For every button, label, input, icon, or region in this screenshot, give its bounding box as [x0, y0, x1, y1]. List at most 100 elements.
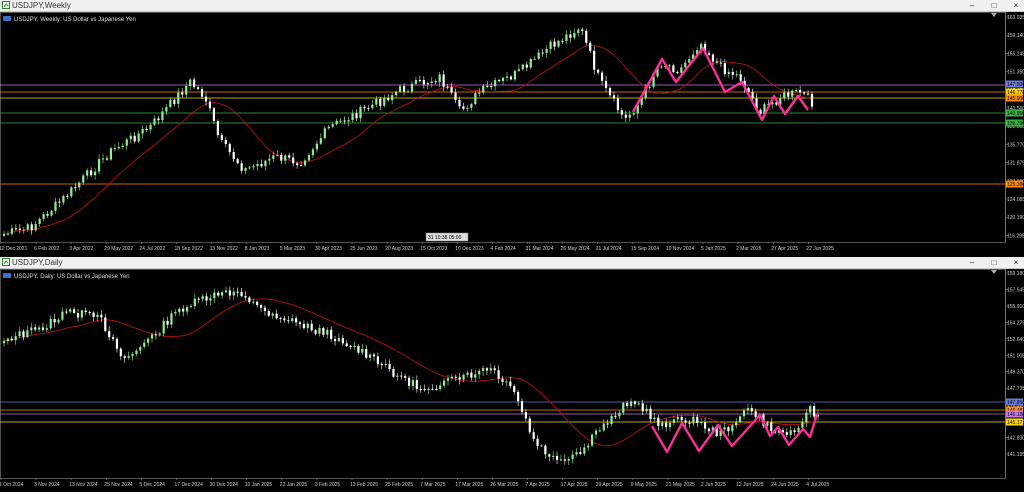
candle-body: [608, 88, 612, 96]
date-label: 4 Jul 2025: [806, 482, 829, 488]
candle-body: [26, 330, 29, 338]
price-label: 142.830: [1007, 436, 1024, 442]
daily-window-titlebar[interactable]: USDJPY,Daily – □ ×: [0, 257, 1024, 269]
candle-body: [240, 163, 243, 171]
candle-body: [478, 92, 481, 94]
maximize-button[interactable]: □: [988, 0, 1000, 11]
candle-body: [339, 120, 342, 122]
price-label: 120.190: [1007, 215, 1024, 221]
date-label: 13 Feb 2025: [350, 482, 378, 488]
close-button[interactable]: ×: [1010, 0, 1022, 11]
candle-body: [524, 412, 527, 419]
candle-body: [104, 317, 107, 332]
candle-body: [474, 374, 477, 378]
close-button[interactable]: ×: [1010, 257, 1022, 268]
date-label: 10 Dec 2023: [455, 246, 484, 252]
price-level-tag-text: 140.950: [1007, 111, 1024, 117]
candle-body: [521, 64, 524, 70]
candle-body: [288, 155, 291, 158]
candle-body: [688, 59, 691, 63]
candle-body: [228, 143, 231, 153]
candle-body: [260, 163, 263, 167]
candle-body: [359, 106, 362, 119]
candle-body: [567, 459, 570, 461]
candle-body: [419, 389, 422, 391]
date-label: 30 Dec 2024: [210, 482, 239, 488]
candle-body: [431, 388, 434, 390]
candle-body: [553, 41, 556, 47]
weekly-price-chart[interactable]: USDJPY, Weekly: US Dollar vs Japanese Ye…: [0, 12, 1024, 256]
weekly-window-titlebar[interactable]: USDJPY,Weekly – □ ×: [0, 0, 1024, 12]
candle-body: [125, 139, 128, 146]
candle-body: [196, 87, 200, 90]
chart-window-icon: [2, 1, 10, 9]
candle-body: [143, 342, 146, 347]
candle-body: [742, 410, 746, 417]
candle-body: [474, 93, 477, 105]
candle-body: [45, 328, 48, 330]
candle-body: [407, 377, 411, 386]
candle-body: [707, 53, 711, 55]
candle-body: [314, 330, 317, 334]
candle-body: [637, 403, 640, 405]
candle-body: [252, 301, 255, 303]
candle-body: [244, 167, 247, 171]
date-label: 22 Jan 2025: [280, 482, 308, 488]
candle-body: [439, 385, 442, 390]
candle-body: [587, 445, 590, 448]
candle-body: [30, 224, 33, 231]
minimize-button[interactable]: –: [966, 257, 978, 268]
candle-body: [371, 104, 374, 109]
candle-body: [127, 356, 130, 358]
candle-body: [391, 95, 394, 101]
candle-body: [111, 337, 115, 339]
candle-body: [173, 99, 176, 104]
candle-body: [806, 93, 810, 95]
candle-body: [715, 61, 719, 63]
candle-body: [256, 163, 259, 167]
candle-body: [571, 454, 574, 460]
candle-body: [493, 368, 496, 371]
maximize-button[interactable]: □: [988, 257, 1000, 268]
candle-body: [791, 90, 794, 97]
date-label: 13 Nov 2022: [210, 246, 239, 252]
candle-body: [462, 374, 465, 380]
candle-body: [410, 83, 414, 92]
candle-body: [141, 128, 144, 134]
candle-body: [145, 128, 148, 130]
candle-body: [629, 401, 633, 407]
candle-body: [50, 210, 53, 216]
date-label: 8 Jan 2023: [245, 246, 270, 252]
candle-body: [327, 126, 330, 129]
minimize-button[interactable]: –: [966, 0, 978, 11]
candle-body: [628, 114, 631, 118]
candle-body: [375, 98, 378, 105]
candle-body: [606, 423, 609, 425]
date-badge-text: 31 10:38 05:00: [428, 235, 462, 241]
candle-body: [727, 71, 730, 75]
candle-body: [137, 133, 140, 142]
candle-body: [435, 388, 438, 390]
candle-body: [37, 327, 41, 330]
weekly-chart-window[interactable]: USDJPY,Weekly – □ × USDJPY, Weekly: US D…: [0, 0, 1024, 256]
candle-body: [600, 72, 604, 81]
candle-body: [291, 318, 294, 322]
candle-body: [557, 40, 560, 47]
candle-body: [661, 422, 664, 427]
candle-body: [123, 356, 126, 358]
candle-body: [263, 307, 267, 312]
candle-body: [217, 292, 220, 296]
candle-body: [154, 334, 157, 336]
date-label: 3 Nov 2024: [34, 482, 60, 488]
candle-body: [244, 296, 247, 298]
candle-body: [153, 118, 156, 125]
candle-body: [6, 233, 10, 235]
candle-body: [361, 348, 364, 353]
candle-body: [632, 113, 635, 115]
candle-body: [224, 139, 227, 144]
daily-price-chart[interactable]: USDJPY, Daily: US Dollar vs Japanese Yen…: [0, 269, 1024, 492]
candle-body: [93, 171, 97, 176]
candle-body: [450, 376, 453, 379]
daily-chart-window[interactable]: USDJPY,Daily – □ × USDJPY, Daily: US Dol…: [0, 257, 1024, 492]
candle-body: [489, 368, 492, 371]
